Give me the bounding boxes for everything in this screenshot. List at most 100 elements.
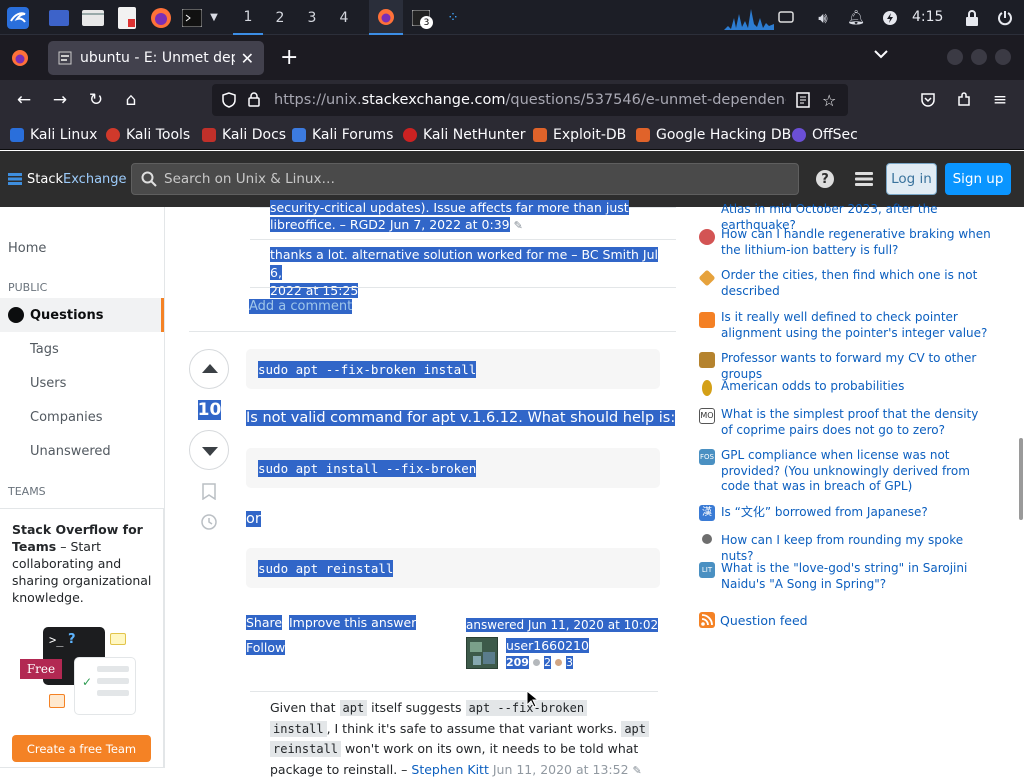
question-feed-link[interactable]: Question feed (720, 613, 808, 628)
ghdb-icon (636, 128, 650, 142)
hot-question-link[interactable]: American odds to probabilities (721, 379, 993, 395)
bookmark-kali-docs[interactable]: Kali Docs (202, 120, 286, 150)
url-path: /questions/537546/e-unmet-dependencies (505, 92, 787, 108)
back-arrow-icon[interactable]: ← (8, 80, 40, 120)
stackexchange-logo[interactable]: Stack Exchange (8, 171, 127, 187)
nav-unanswered[interactable]: Unanswered (0, 434, 164, 468)
code-text: sudo apt --fix-broken install (258, 361, 477, 378)
workspace-4[interactable]: 4 (329, 0, 359, 35)
page-scrollbar[interactable] (1019, 438, 1023, 520)
hot-question-link[interactable]: What is the simplest proof that the dens… (721, 407, 993, 438)
firefox-window-button[interactable] (369, 0, 403, 35)
user-reputation: 209 2 3 (506, 656, 573, 669)
url-text[interactable]: https://unix.stackexchange.com/questions… (274, 84, 786, 116)
reload-icon[interactable]: ↻ (80, 80, 112, 120)
pencil-icon[interactable]: ✎ (514, 219, 523, 232)
bookmark-kali-linux[interactable]: Kali Linux (10, 120, 97, 150)
padlock-icon[interactable] (248, 92, 260, 111)
workspace-2[interactable]: 2 (265, 0, 295, 35)
volume-icon[interactable]: 🔊︎ (812, 0, 834, 35)
history-icon[interactable] (200, 513, 218, 535)
power-status-icon[interactable] (880, 0, 900, 35)
workspace-1[interactable]: 1 (233, 0, 263, 35)
forward-arrow-icon[interactable]: → (44, 80, 76, 120)
bookmark-offsec[interactable]: OffSec (792, 120, 858, 150)
url-bar[interactable]: https://unix.stackexchange.com/questions… (212, 84, 848, 116)
check-icon: ✓ (82, 675, 93, 689)
nav-users[interactable]: Users (0, 366, 164, 400)
improve-answer-link[interactable]: Improve this answer (289, 615, 417, 630)
tab-active[interactable]: ubuntu - E: Unmet depend ✕ (48, 41, 264, 75)
lock-icon[interactable] (962, 0, 982, 35)
terminal-window-button[interactable]: 3 (405, 0, 437, 35)
nav-companies[interactable]: Companies (0, 400, 164, 434)
chevron-down-icon[interactable]: ▼ (206, 0, 222, 35)
login-button[interactable]: Log in (886, 163, 937, 195)
bookmark-google-hacking-db[interactable]: Google Hacking DB (636, 120, 791, 150)
window-minimize-button[interactable] (947, 49, 963, 65)
hot-question-link[interactable]: Is “文化” borrowed from Japanese? (721, 505, 993, 521)
tab-close-icon[interactable]: ✕ (241, 49, 254, 68)
terminal-launcher-icon[interactable] (180, 0, 204, 35)
screen-icon[interactable] (776, 0, 796, 35)
nav-questions[interactable]: Questions (0, 298, 164, 332)
create-team-button[interactable]: Create a free Team (12, 735, 151, 762)
kali-menu-icon[interactable] (4, 0, 32, 35)
home-icon[interactable]: ⌂ (115, 80, 147, 120)
offsec-icon (792, 128, 806, 142)
hamburger-menu-icon[interactable]: ≡ (984, 80, 1016, 120)
comment-text: won't work on its own, it needs to be to… (341, 741, 639, 756)
pencil-icon[interactable]: ✎ (633, 764, 642, 777)
file-manager-icon[interactable] (80, 0, 106, 35)
hot-question-link[interactable]: GPL compliance when license was not prov… (721, 448, 993, 495)
bookmark-kali-tools[interactable]: Kali Tools (106, 120, 190, 150)
signup-button[interactable]: Sign up (945, 163, 1011, 195)
site-switcher-icon[interactable] (855, 170, 873, 188)
network-icon[interactable]: ⁘ (442, 0, 464, 35)
downvote-button[interactable] (189, 430, 229, 470)
comment-author-link[interactable]: Stephen Kitt (411, 762, 488, 777)
chat-bubble-icon (49, 694, 65, 708)
text-editor-icon[interactable] (114, 0, 140, 35)
bookmark-kali-nethunter[interactable]: Kali NetHunter (403, 120, 525, 150)
new-tab-icon[interactable]: + (280, 44, 300, 72)
logout-icon[interactable] (994, 0, 1016, 35)
window-maximize-button[interactable] (971, 49, 987, 65)
bookmark-star-icon[interactable]: ☆ (822, 91, 836, 110)
upvote-button[interactable] (189, 349, 229, 389)
hot-question-link[interactable]: Professor wants to forward my CV to othe… (721, 351, 993, 382)
hot-question-link[interactable]: What is the "love-god's string" in Saroj… (721, 561, 993, 592)
extensions-icon[interactable] (948, 80, 980, 120)
pocket-icon[interactable] (912, 80, 944, 120)
avatar[interactable] (466, 637, 498, 669)
hot-question-link[interactable]: How can I handle regenerative braking wh… (721, 227, 993, 258)
logo-text-stack: Stack (27, 171, 63, 187)
nav-tags[interactable]: Tags (0, 332, 164, 366)
notification-bell-icon[interactable]: 🔔︎ (846, 0, 866, 35)
share-link[interactable]: Share (246, 615, 283, 630)
nav-home[interactable]: Home (0, 231, 164, 265)
firefox-launcher-icon[interactable] (148, 0, 174, 35)
desktop-icon[interactable] (46, 0, 72, 35)
search-placeholder: Search on Unix & Linux… (164, 171, 335, 187)
bookmark-kali-forums[interactable]: Kali Forums (292, 120, 393, 150)
follow-link[interactable]: Follow (246, 640, 286, 655)
hot-question-link[interactable]: Order the cities, then find which one is… (721, 268, 993, 299)
tracking-protection-icon[interactable] (222, 92, 236, 112)
comment: thanks a lot. alternative solution worke… (270, 246, 670, 300)
kali-tools-icon (106, 128, 120, 142)
hot-question-link[interactable]: Is it really well defined to check point… (721, 310, 993, 341)
clock[interactable]: 4:15 (912, 0, 943, 35)
reader-view-icon[interactable] (796, 92, 810, 112)
hot-question-link[interactable]: How can I keep from rounding my spoke nu… (721, 533, 993, 564)
bookmark-icon[interactable] (202, 483, 216, 504)
window-close-button[interactable] (995, 49, 1011, 65)
list-all-tabs-icon[interactable] (874, 48, 890, 64)
workspace-3[interactable]: 3 (297, 0, 327, 35)
help-icon[interactable]: ? (816, 170, 834, 188)
user-name[interactable]: user1660210 (506, 638, 589, 653)
add-comment-link[interactable]: Add a comment (249, 299, 353, 314)
firefox-view-icon[interactable] (10, 48, 32, 68)
search-input[interactable]: Search on Unix & Linux… (131, 163, 799, 195)
bookmark-exploit-db[interactable]: Exploit-DB (533, 120, 626, 150)
